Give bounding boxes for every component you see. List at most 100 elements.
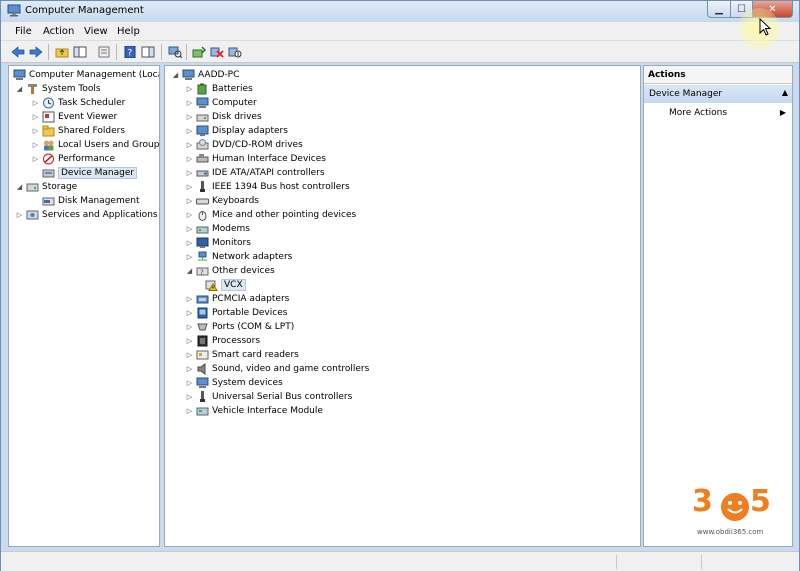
device-category-pcmcia[interactable]: ▷ PCMCIA adapters [185, 292, 290, 306]
expand-arrow-icon[interactable]: ▷ [185, 407, 194, 415]
back-button[interactable] [10, 44, 26, 60]
expand-arrow-icon[interactable]: ▷ [185, 85, 194, 93]
collapse-arrow-icon[interactable]: ◢ [171, 71, 180, 79]
title-bar[interactable]: Computer Management ▁ ☐ ✕ [1, 1, 799, 22]
device-category-display-adapters[interactable]: ▷ Display adapters [185, 124, 288, 138]
more-actions-link[interactable]: More Actions [669, 108, 727, 118]
actions-section-device-manager[interactable]: Device Manager ▲ [644, 85, 792, 103]
expand-arrow-icon[interactable]: ▷ [185, 351, 194, 359]
help-button[interactable]: ? [122, 44, 138, 60]
tree-item-performance[interactable]: ▷ Performance [31, 152, 115, 166]
properties-button[interactable] [96, 44, 112, 60]
portable-device-icon [196, 307, 209, 319]
tree-item-services[interactable]: ▷ Services and Applications [15, 208, 158, 222]
expand-arrow-icon[interactable]: ▷ [185, 323, 194, 331]
update-driver-icon [192, 46, 206, 58]
tree-item-device-manager[interactable]: Device Manager [40, 166, 138, 180]
collapse-arrow-icon[interactable]: ◢ [185, 267, 194, 275]
menu-file[interactable]: File [15, 26, 32, 37]
disable-device-button[interactable] [227, 44, 243, 60]
tree-item-disk-management[interactable]: Disk Management [40, 194, 139, 208]
expand-arrow-icon[interactable]: ▷ [185, 295, 194, 303]
mouse-icon [196, 209, 209, 221]
device-tree-pane[interactable]: ◢ AADD-PC ▷ Batteries ▷ Computer ▷ Disk … [164, 65, 641, 547]
expand-arrow-icon[interactable]: ▷ [185, 239, 194, 247]
expand-arrow-icon[interactable]: ▷ [185, 99, 194, 107]
device-category-ide-ata[interactable]: ▷ IDE ATA/ATAPI controllers [185, 166, 325, 180]
tree-item-storage[interactable]: ◢ Storage [15, 180, 77, 194]
device-category-sound[interactable]: ▷ Sound, video and game controllers [185, 362, 369, 376]
expand-arrow-icon[interactable]: ▷ [185, 253, 194, 261]
show-hide-action-pane-button[interactable] [140, 44, 156, 60]
device-category-monitors[interactable]: ▷ Monitors [185, 236, 251, 250]
device-category-keyboards[interactable]: ▷ Keyboards [185, 194, 259, 208]
expand-arrow-icon[interactable]: ▷ [185, 141, 194, 149]
expand-arrow-icon[interactable]: ▷ [185, 225, 194, 233]
device-vcx[interactable]: VCX [203, 278, 246, 292]
tree-item-label: System Tools [42, 84, 101, 94]
expand-arrow-icon[interactable]: ▷ [185, 155, 194, 163]
collapse-arrow-icon[interactable]: ◢ [15, 85, 24, 93]
device-category-processors[interactable]: ▷ Processors [185, 334, 260, 348]
expand-arrow-icon[interactable]: ▷ [185, 365, 194, 373]
device-tree-root[interactable]: ◢ AADD-PC [171, 68, 239, 82]
expand-arrow-icon[interactable]: ▷ [31, 141, 40, 149]
collapse-arrow-icon[interactable]: ◢ [15, 183, 24, 191]
up-one-level-button[interactable] [54, 44, 70, 60]
menu-action[interactable]: Action [43, 26, 74, 37]
device-category-batteries[interactable]: ▷ Batteries [185, 82, 253, 96]
expand-arrow-icon[interactable]: ▷ [185, 309, 194, 317]
forward-button[interactable] [28, 44, 44, 60]
expand-arrow-icon[interactable]: ▷ [185, 183, 194, 191]
device-category-modems[interactable]: ▷ Modems [185, 222, 250, 236]
collapse-up-icon[interactable]: ▲ [782, 88, 788, 97]
tree-item-system-tools[interactable]: ◢ System Tools [15, 82, 101, 96]
expand-arrow-icon[interactable]: ▷ [185, 197, 194, 205]
actions-header: Actions [644, 66, 792, 84]
expand-arrow-icon[interactable]: ▷ [185, 393, 194, 401]
monitor-icon [196, 237, 209, 249]
minimize-button[interactable]: ▁ [707, 1, 731, 18]
device-category-smart-card-readers[interactable]: ▷ Smart card readers [185, 348, 299, 362]
expand-arrow-icon[interactable]: ▷ [185, 337, 194, 345]
tree-item-computer-management[interactable]: Computer Management (Local [11, 68, 160, 82]
device-category-network-adapters[interactable]: ▷ Network adapters [185, 250, 292, 264]
device-category-computer[interactable]: ▷ Computer [185, 96, 257, 110]
menu-help[interactable]: Help [117, 26, 140, 37]
folder-up-icon [55, 48, 69, 58]
expand-arrow-icon[interactable]: ▷ [31, 113, 40, 121]
device-category-vehicle-interface[interactable]: ▷ Vehicle Interface Module [185, 404, 323, 418]
device-manager-icon [42, 167, 55, 179]
expand-arrow-icon[interactable]: ▷ [185, 211, 194, 219]
device-category-dvd-cd-rom[interactable]: ▷ DVD/CD-ROM drives [185, 138, 303, 152]
device-category-ieee-1394[interactable]: ▷ IEEE 1394 Bus host controllers [185, 180, 350, 194]
scan-hardware-button[interactable] [167, 44, 183, 60]
update-driver-button[interactable] [191, 44, 207, 60]
device-category-mice[interactable]: ▷ Mice and other pointing devices [185, 208, 356, 222]
tree-item-label: Disk Management [58, 196, 140, 206]
device-category-hid[interactable]: ▷ Human Interface Devices [185, 152, 326, 166]
tree-item-event-viewer[interactable]: ▷ Event Viewer [31, 110, 117, 124]
expand-arrow-icon[interactable]: ▷ [185, 127, 194, 135]
console-tree-pane[interactable]: Computer Management (Local ◢ System Tool… [8, 65, 160, 547]
expand-arrow-icon[interactable]: ▷ [31, 155, 40, 163]
menu-view[interactable]: View [84, 26, 108, 37]
device-category-ports[interactable]: ▷ Ports (COM & LPT) [185, 320, 294, 334]
tree-item-label: Computer Management (Local [29, 70, 160, 80]
tree-item-task-scheduler[interactable]: ▷ Task Scheduler [31, 96, 125, 110]
device-category-usb[interactable]: ▷ Universal Serial Bus controllers [185, 390, 352, 404]
device-category-other-devices[interactable]: ◢ ? Other devices [185, 264, 275, 278]
expand-arrow-icon[interactable]: ▷ [185, 169, 194, 177]
tree-item-shared-folders[interactable]: ▷ Shared Folders [31, 124, 125, 138]
device-category-system-devices[interactable]: ▷ System devices [185, 376, 283, 390]
expand-arrow-icon[interactable]: ▷ [31, 99, 40, 107]
expand-arrow-icon[interactable]: ▷ [185, 113, 194, 121]
expand-arrow-icon[interactable]: ▷ [15, 211, 24, 219]
tree-item-local-users[interactable]: ▷ Local Users and Groups [31, 138, 159, 152]
device-category-disk-drives[interactable]: ▷ Disk drives [185, 110, 262, 124]
expand-arrow-icon[interactable]: ▷ [31, 127, 40, 135]
uninstall-button[interactable] [209, 44, 225, 60]
device-category-portable-devices[interactable]: ▷ Portable Devices [185, 306, 287, 320]
expand-arrow-icon[interactable]: ▷ [185, 379, 194, 387]
show-hide-tree-button[interactable] [72, 44, 88, 60]
